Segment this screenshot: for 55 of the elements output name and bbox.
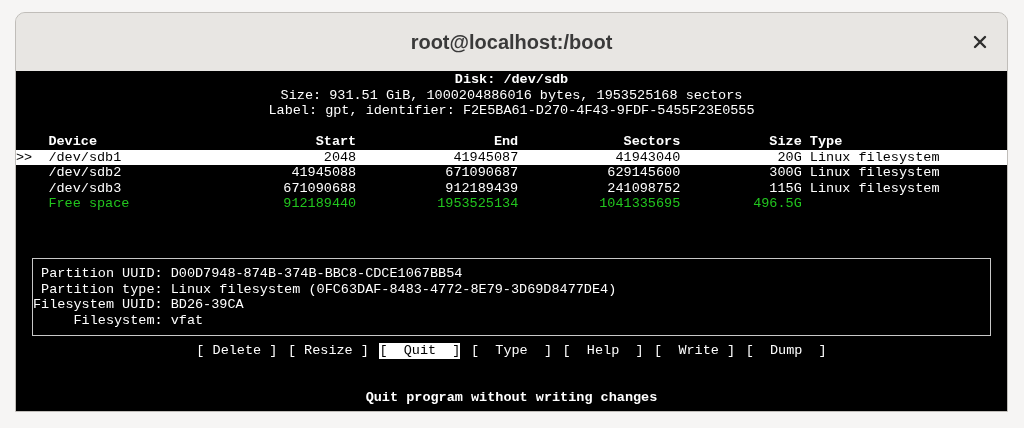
menu-button[interactable]: [ Dump ] xyxy=(745,343,827,359)
menu-button[interactable]: [ Help ] xyxy=(562,343,644,359)
field-label: Filesystem: xyxy=(72,312,163,328)
table-cell-text: 2048 xyxy=(322,149,357,165)
table-cell-text: Free space xyxy=(48,196,131,212)
table-cell-text: /dev/sdb3 xyxy=(48,180,123,196)
table-cell-text: 20G xyxy=(776,149,802,165)
field-label: Partition UUID: xyxy=(40,266,163,282)
field-value: Linux filesystem (0FC63DAF-8483-4772-8E79-3D69D8477DE4) xyxy=(170,281,617,297)
field-value: BD26-39CA xyxy=(170,297,244,313)
field-value: D00D7948-874B-374B-BBC8-CDCE1067BB54 xyxy=(170,266,463,282)
close-icon[interactable] xyxy=(973,35,987,49)
table-cell-text: 1953525134 xyxy=(436,196,519,212)
column-header: Size xyxy=(768,134,802,150)
partition-row[interactable]: Free space 912189440 1953525134 1041335695 496.5G xyxy=(16,196,1007,212)
partition-row[interactable]: >> /dev/sdb1 2048 41945087 41943040 20G Linux filesystem xyxy=(16,149,1007,165)
table-cell-text: /dev/sdb2 xyxy=(48,165,123,181)
partition-row[interactable]: /dev/sdb2 41945088 671090687 629145600 300G Linux filesystem xyxy=(16,165,1007,181)
status-message: Quit program without writing changes xyxy=(365,389,658,405)
menu-button[interactable]: [ Resize ] xyxy=(287,343,369,359)
menu-button[interactable]: [ Delete ] xyxy=(196,343,278,359)
table-cell-text: 912189440 xyxy=(282,196,357,212)
menu-button[interactable]: [ Write ] xyxy=(654,343,736,359)
window-title: root@localhost:/boot xyxy=(410,30,613,55)
table-cell: Linux filesystem xyxy=(809,165,940,181)
table-cell-text: 1041335695 xyxy=(598,196,681,212)
column-header: Device xyxy=(48,134,98,150)
table-cell-text: /dev/sdb1 xyxy=(48,149,123,165)
field-label: Partition type: xyxy=(40,281,163,297)
table-cell-text: 115G xyxy=(768,180,802,196)
table-cell: Linux filesystem xyxy=(809,180,940,196)
table-cell: Linux filesystem xyxy=(809,149,940,165)
table-cell-text: 300G xyxy=(768,165,802,181)
column-header: End xyxy=(492,134,519,150)
menu-button[interactable]: [ Type ] xyxy=(471,343,552,359)
row-cursor: >> xyxy=(16,149,34,165)
partition-row[interactable]: /dev/sdb3 671090688 912189439 241098752 115G Linux filesystem xyxy=(16,180,1007,196)
table-cell-text: 629145600 xyxy=(606,165,681,181)
table-cell-text: 41945087 xyxy=(452,149,519,165)
disk-size-info: Size: 931.51 GiB, 1000204886016 bytes, 1953525168 sectors xyxy=(280,87,743,103)
table-cell-text: 671090688 xyxy=(282,180,357,196)
disk-label-info: Label: gpt, identifier: F2E5BA61-D270-4F43-9FDF-5455F23E0555 xyxy=(268,103,755,119)
table-cell-text: 41945088 xyxy=(290,165,357,181)
field-label: Filesystem UUID: xyxy=(33,297,163,313)
column-header: Type xyxy=(809,134,843,150)
table-cell-text: 241098752 xyxy=(606,180,681,196)
column-header: Sectors xyxy=(622,134,681,150)
field-value: vfat xyxy=(170,312,204,328)
table-cell-text: 41943040 xyxy=(614,149,681,165)
table-cell-text: 671090687 xyxy=(444,165,519,181)
column-header: Start xyxy=(314,134,357,150)
menu-button[interactable]: [ Quit ] xyxy=(379,343,461,359)
table-cell-text: 496.5G xyxy=(752,196,802,212)
table-cell-text: 912189439 xyxy=(444,180,519,196)
disk-title: Disk: /dev/sdb xyxy=(454,72,569,88)
